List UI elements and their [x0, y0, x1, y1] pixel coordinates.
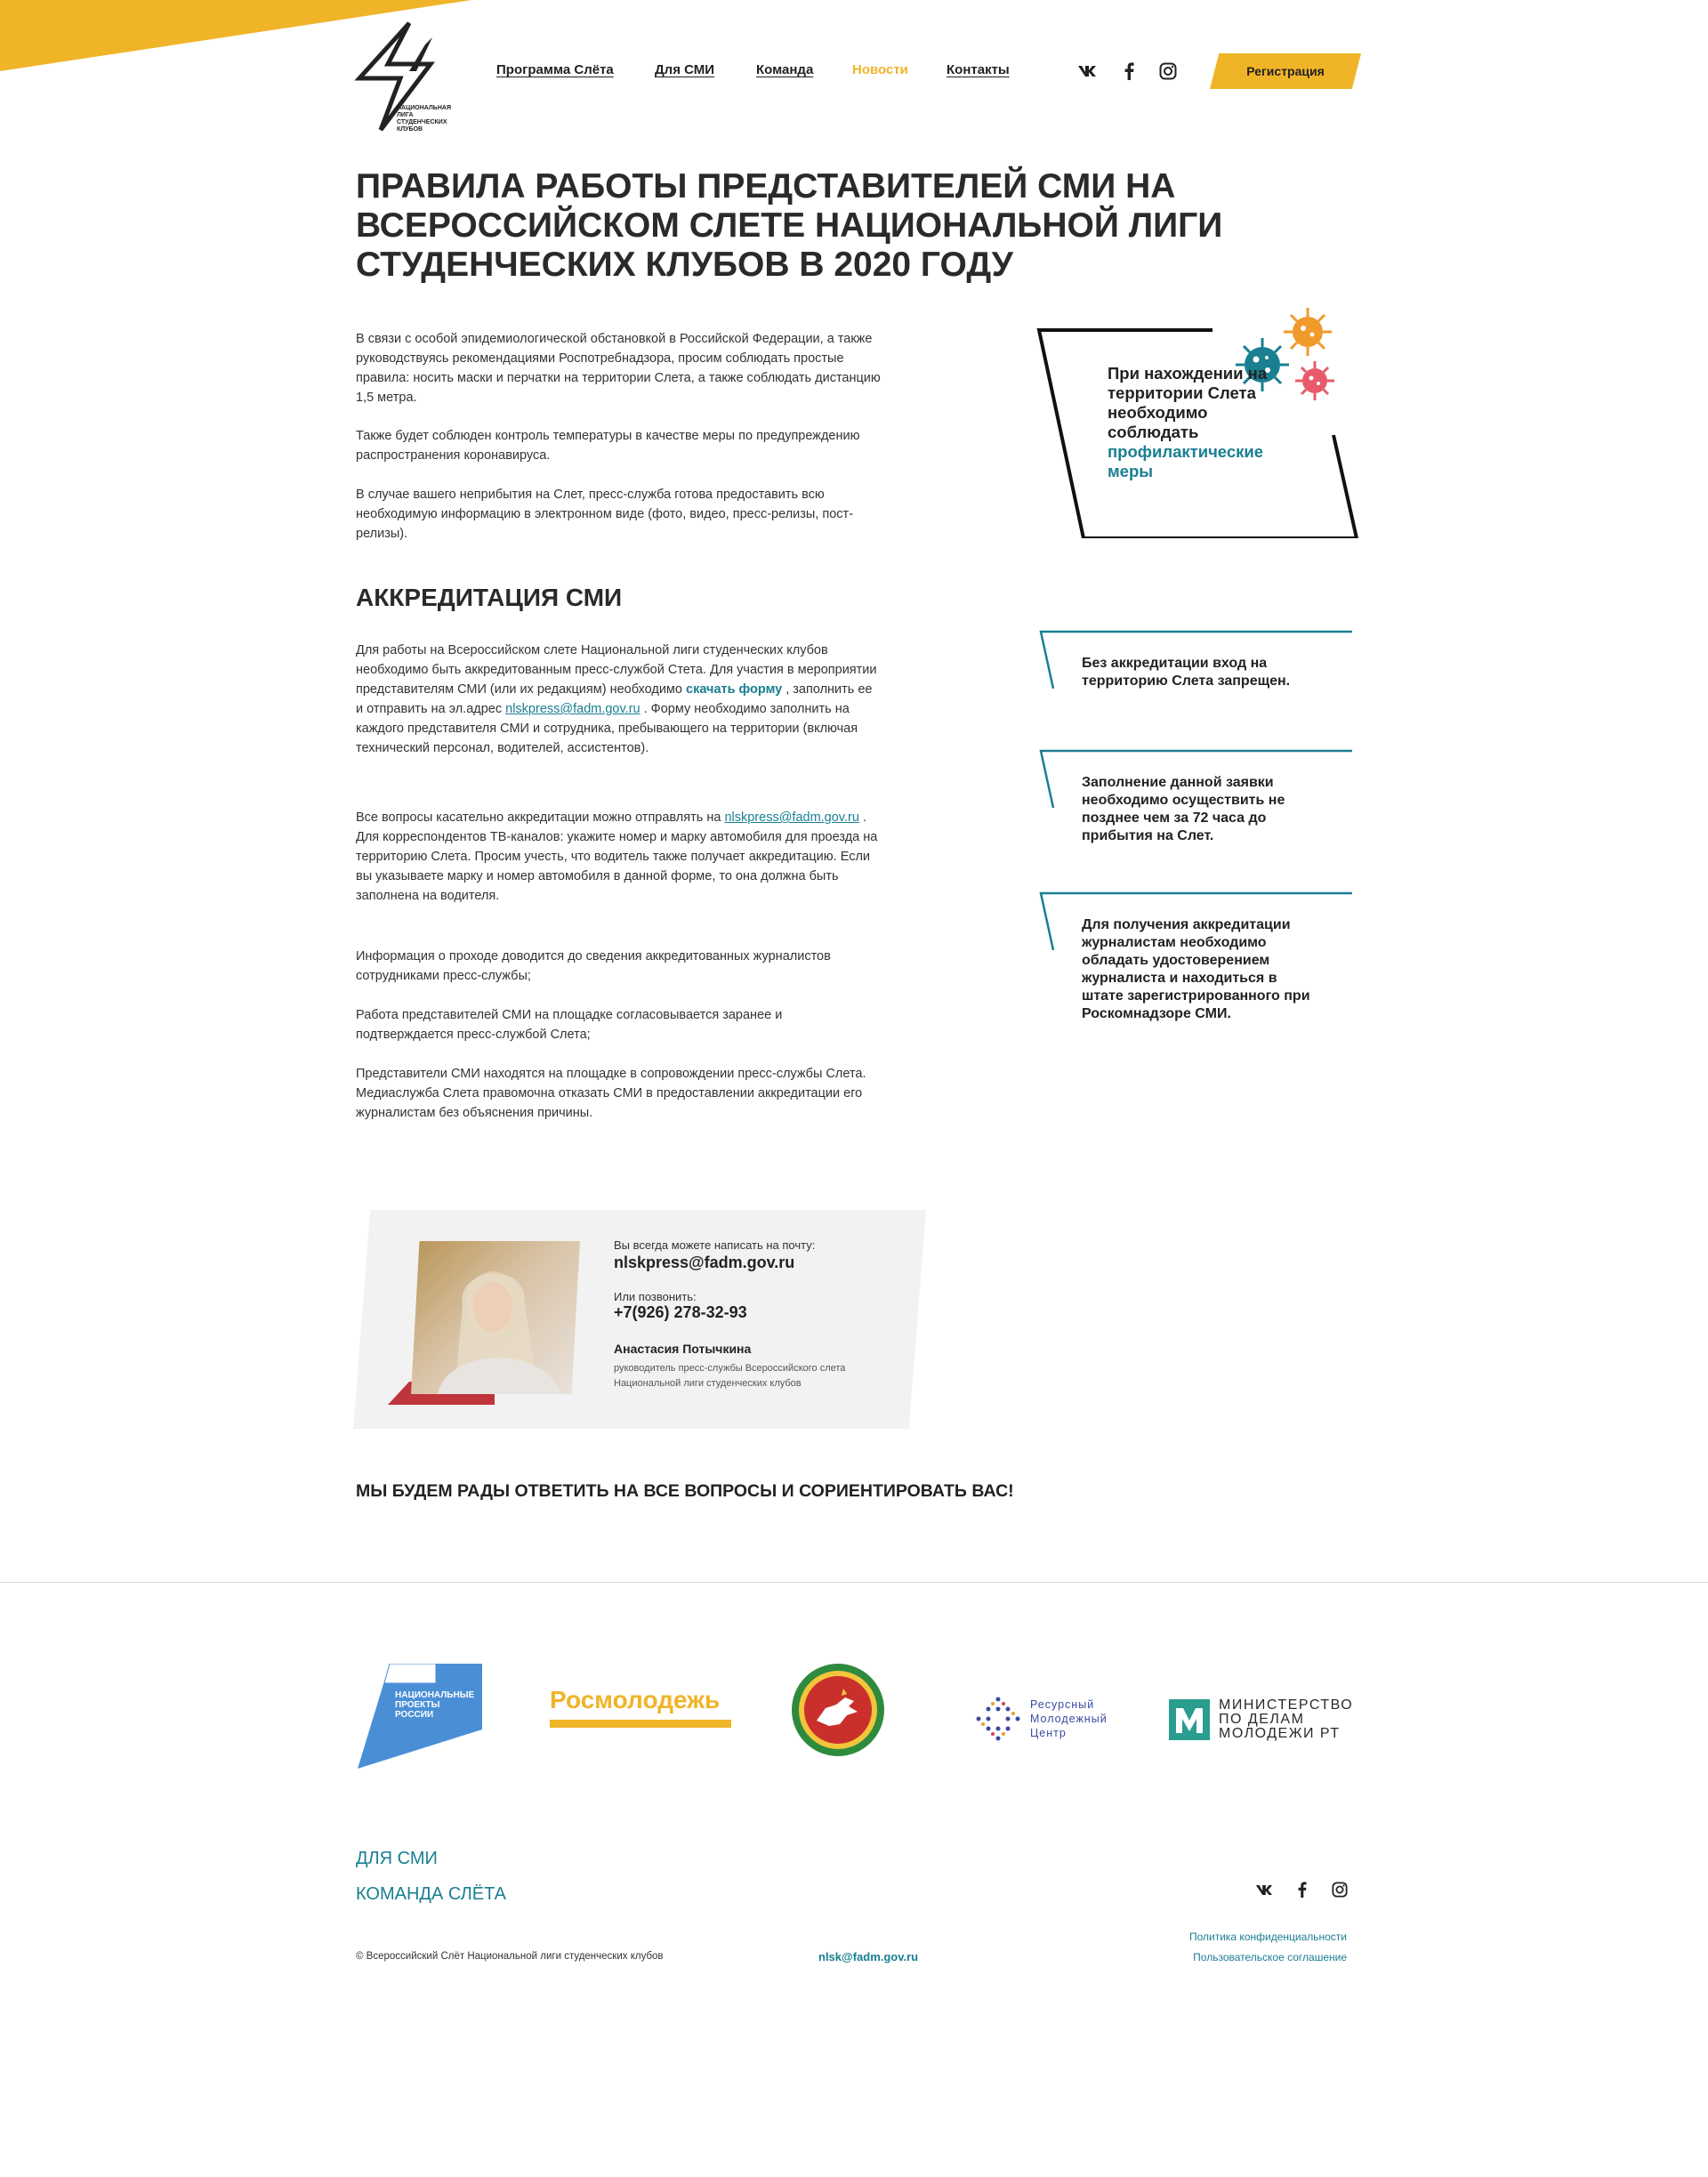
footer-divider — [0, 1582, 1708, 1583]
accreditation-paragraph-4: Работа представителей СМИ на площадке со… — [356, 1008, 783, 1042]
footer-email-link[interactable]: nlsk@fadm.gov.ru — [818, 1950, 918, 1963]
contact-email-label: Вы всегда можете написать на почту: — [614, 1238, 816, 1252]
nav-media[interactable]: Для СМИ — [655, 62, 714, 77]
press-email-link[interactable]: nlskpress@fadm.gov.ru — [505, 702, 640, 716]
facebook-icon[interactable] — [1118, 60, 1140, 82]
callout-text-1: Без аккредитации вход на территорию Слет… — [1082, 656, 1291, 689]
ministry-logo[interactable]: МИНИСТЕРСТВО ПО ДЕЛАМ МОЛОДЕЖИ РТ — [1167, 1697, 1363, 1742]
accreditation-title: АККРЕДИТАЦИЯ СМИ — [356, 584, 623, 611]
footer-vk-icon[interactable] — [1253, 1879, 1275, 1900]
footer-instagram-icon[interactable] — [1329, 1879, 1350, 1900]
accreditation-paragraph-2: Все вопросы касательно аккредитации можн… — [356, 810, 878, 903]
accreditation-paragraph-3: Информация о проходе доводится до сведен… — [356, 949, 831, 983]
instagram-icon[interactable] — [1157, 60, 1179, 82]
press-email-link-2[interactable]: nlskpress@fadm.gov.ru — [724, 810, 858, 825]
callout-text-2: Заполнение данной заявки необходимо осущ… — [1082, 775, 1285, 843]
callout-text-3: Для получения аккредитации журналистам н… — [1082, 917, 1310, 1021]
notice-text: При нахождении на территории Слета необх… — [1108, 364, 1268, 480]
page-title: ПРАВИЛА РАБОТЫ ПРЕДСТАВИТЕЛЕЙ СМИ НА ВСЕ… — [356, 167, 1223, 284]
vk-icon[interactable] — [1076, 60, 1098, 82]
contact-role: руководитель пресс-службы Всероссийского… — [614, 1363, 846, 1389]
tatarstan-emblem-icon[interactable] — [790, 1662, 886, 1758]
national-projects-logo[interactable]: ЦИФРОВАЯ ЭКОНОМИКА НАЦИОНАЛЬНЫЕ ПРОЕКТЫ … — [358, 1663, 482, 1769]
privacy-policy-link[interactable]: Политика конфиденциальности — [1189, 1931, 1347, 1943]
accreditation-paragraph-5: Представители СМИ находятся на площадке … — [356, 1067, 866, 1120]
contact-phone-label: Или позвонить: — [614, 1290, 697, 1303]
intro-paragraph-2: Также будет соблюден контроль температур… — [356, 429, 860, 463]
rosmolodezh-underline — [550, 1720, 731, 1728]
user-agreement-link[interactable]: Пользовательское соглашение — [1193, 1951, 1347, 1963]
logo-caption: НАЦИОНАЛЬНАЯ ЛИГА СТУДЕНЧЕСКИХ КЛУБОВ — [397, 105, 451, 133]
contact-phone[interactable]: +7(926) 278-32-93 — [614, 1303, 747, 1322]
contact-email[interactable]: nlskpress@fadm.gov.ru — [614, 1254, 794, 1272]
intro-paragraph-1: В связи с особой эпидемиологической обст… — [356, 332, 881, 405]
ministry-mark-icon — [1169, 1699, 1210, 1740]
notice-accent: профилактические меры — [1108, 442, 1264, 480]
intro-paragraph-3: В случае вашего неприбытия на Слет, прес… — [356, 488, 854, 541]
download-form-link[interactable]: скачать форму — [686, 682, 782, 697]
footer-facebook-icon[interactable] — [1291, 1879, 1312, 1900]
nav-news[interactable]: Новости — [852, 62, 908, 77]
rosmolodezh-logo[interactable]: Росмолодежь — [550, 1686, 737, 1739]
nav-team[interactable]: Команда — [756, 62, 813, 77]
footer-link-media[interactable]: ДЛЯ СМИ — [356, 1849, 438, 1869]
register-button[interactable]: Регистрация — [1210, 53, 1361, 89]
nav-contacts[interactable]: Контакты — [947, 62, 1010, 77]
copyright: © Всероссийский Слёт Национальной лиги с… — [356, 1951, 664, 1962]
accreditation-paragraph-1: Для работы на Всероссийском слете Национ… — [356, 643, 877, 755]
nav-program[interactable]: Программа Слёта — [496, 62, 614, 77]
call-to-action: МЫ БУДЕМ РАДЫ ОТВЕТИТЬ НА ВСЕ ВОПРОСЫ И … — [356, 1481, 1014, 1501]
footer-link-team[interactable]: КОМАНДА СЛЁТА — [356, 1884, 506, 1905]
avatar — [411, 1241, 580, 1394]
contact-name: Анастасия Потычкина — [614, 1342, 752, 1356]
resource-center-logo[interactable]: Ресурсный Молодежный Центр — [975, 1694, 1117, 1744]
